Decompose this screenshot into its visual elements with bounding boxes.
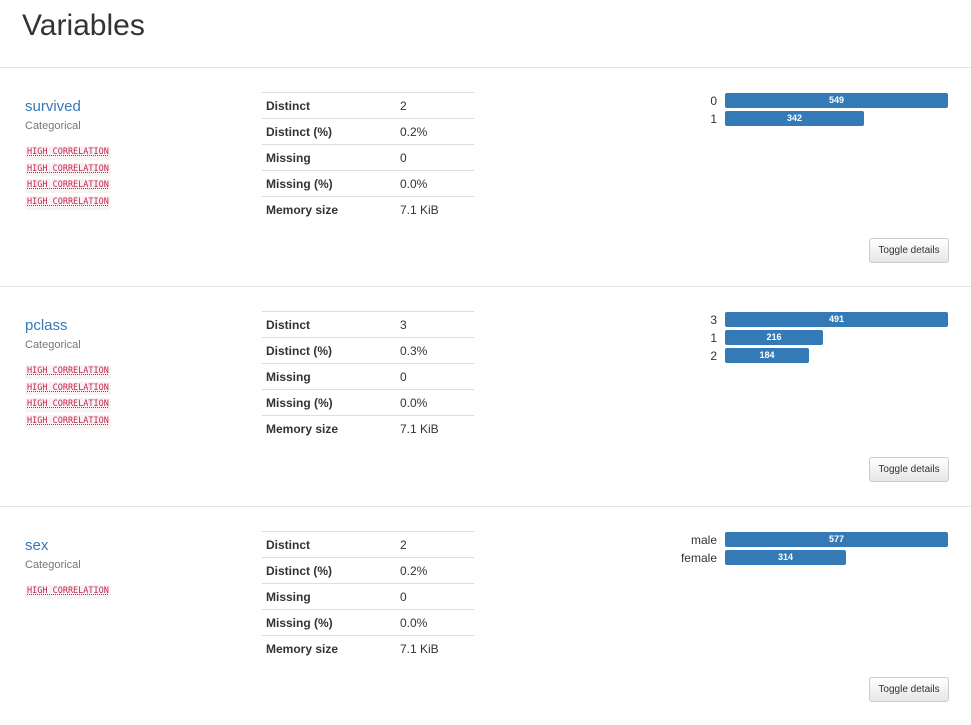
frequency-label: 2 [710,349,717,363]
frequency-row: 3 491 [630,311,950,329]
frequency-chart: 0 549 1 342 [630,92,950,128]
stats-table: Distinct 2 Distinct (%) 0.2% Missing 0 Missing… [262,92,474,222]
stat-value: 0 [396,363,474,390]
frequency-row: male 577 [630,531,950,549]
high-correlation-badge[interactable]: HIGH CORRELATION [25,162,111,177]
variable-type: Categorical [25,559,81,571]
frequency-bar: 314 [725,550,846,565]
stat-label: Distinct [262,311,396,338]
high-correlation-badge[interactable]: HIGH CORRELATION [25,179,111,194]
stat-value: 0.2% [396,118,474,145]
frequency-chart: 3 491 1 216 2 184 [630,311,950,365]
frequency-bar: 342 [725,111,864,126]
stats-row: Distinct 2 [262,92,474,119]
alert-badges: HIGH CORRELATION HIGH CORRELATION HIGH COR… [25,365,125,432]
stats-row: Missing 0 [262,583,474,610]
variable-section-survived: survived Categorical HIGH CORRELATION HIGH … [0,68,971,286]
frequency-bar: 216 [725,330,823,345]
stat-label: Distinct (%) [262,118,396,145]
stats-row: Memory size 7.1 KiB [262,635,474,661]
stat-label: Memory size [262,196,396,222]
stat-value: 2 [396,531,474,558]
variable-type: Categorical [25,120,81,132]
stat-value: 0 [396,583,474,610]
stat-value: 0 [396,144,474,171]
high-correlation-badge[interactable]: HIGH CORRELATION [25,585,111,599]
frequency-bar: 491 [725,312,948,327]
variable-section-pclass: pclass Categorical HIGH CORRELATION HIGH CO… [0,287,971,505]
frequency-bar: 577 [725,532,948,547]
stats-row: Memory size 7.1 KiB [262,415,474,441]
frequency-bar: 184 [725,348,809,363]
frequency-row: 0 549 [630,92,950,110]
toggle-details-button[interactable]: Toggle details [869,457,949,482]
stats-row: Distinct 3 [262,311,474,338]
stat-value: 0.3% [396,337,474,364]
high-correlation-badge[interactable]: HIGH CORRELATION [25,415,111,429]
high-correlation-badge[interactable]: HIGH CORRELATION [25,381,111,396]
stats-row: Missing (%) 0.0% [262,170,474,197]
alert-badges: HIGH CORRELATION [25,585,125,602]
stats-row: Distinct (%) 0.2% [262,118,474,145]
stat-label: Missing [262,363,396,390]
toggle-details-button[interactable]: Toggle details [869,677,949,702]
frequency-label: 1 [710,331,717,345]
variable-type: Categorical [25,339,81,351]
stat-value: 7.1 KiB [396,196,474,222]
frequency-label: 1 [710,112,717,126]
frequency-row: 1 342 [630,110,950,128]
stat-value: 0.0% [396,389,474,416]
stat-value: 7.1 KiB [396,415,474,441]
stat-value: 0.0% [396,609,474,636]
stats-row: Missing 0 [262,363,474,390]
stat-label: Missing [262,144,396,171]
alert-badges: HIGH CORRELATION HIGH CORRELATION HIGH COR… [25,146,125,213]
stat-value: 0.0% [396,170,474,197]
stat-value: 7.1 KiB [396,635,474,661]
variable-name-link[interactable]: sex [25,537,48,555]
variable-section-sex: sex Categorical HIGH CORRELATION Distinct 2 D… [0,507,971,725]
stat-value: 0.2% [396,557,474,584]
stat-label: Distinct (%) [262,337,396,364]
high-correlation-badge[interactable]: HIGH CORRELATION [25,196,111,210]
stats-table: Distinct 2 Distinct (%) 0.2% Missing 0 Missing… [262,531,474,661]
stat-value: 2 [396,92,474,119]
frequency-label: female [680,551,717,565]
stat-label: Missing (%) [262,170,396,197]
frequency-bar: 549 [725,93,948,108]
frequency-label: 0 [710,94,717,108]
stat-label: Missing (%) [262,389,396,416]
stats-row: Memory size 7.1 KiB [262,196,474,222]
high-correlation-badge[interactable]: HIGH CORRELATION [25,365,111,379]
stats-table: Distinct 3 Distinct (%) 0.3% Missing 0 Missing… [262,311,474,441]
stat-label: Missing (%) [262,609,396,636]
stats-row: Distinct 2 [262,531,474,558]
frequency-label: male [690,533,717,547]
frequency-chart: male 577 female 314 [630,531,950,567]
stats-row: Distinct (%) 0.3% [262,337,474,364]
stats-row: Missing 0 [262,144,474,171]
stat-value: 3 [396,311,474,338]
stats-row: Distinct (%) 0.2% [262,557,474,584]
frequency-label: 3 [710,313,717,327]
high-correlation-badge[interactable]: HIGH CORRELATION [25,398,111,413]
stats-row: Missing (%) 0.0% [262,389,474,416]
frequency-row: female 314 [630,549,950,567]
stats-row: Missing (%) 0.0% [262,609,474,636]
stat-label: Distinct (%) [262,557,396,584]
stat-label: Distinct [262,531,396,558]
toggle-details-button[interactable]: Toggle details [869,238,949,263]
stat-label: Memory size [262,415,396,441]
stat-label: Memory size [262,635,396,661]
stat-label: Missing [262,583,396,610]
variable-name-link[interactable]: pclass [25,317,68,335]
stat-label: Distinct [262,92,396,119]
high-correlation-badge[interactable]: HIGH CORRELATION [25,146,111,160]
variable-name-link[interactable]: survived [25,98,81,116]
frequency-row: 2 184 [630,347,950,365]
page-title: Variables [22,9,145,42]
frequency-row: 1 216 [630,329,950,347]
